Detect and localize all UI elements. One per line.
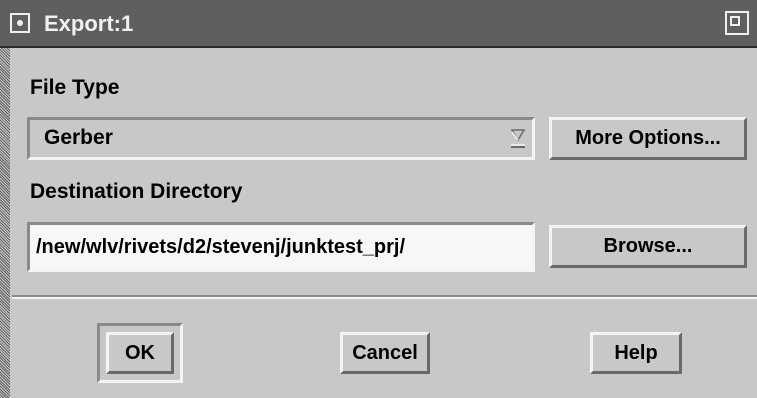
more-options-button[interactable]: More Options... — [549, 117, 747, 160]
file-type-dropdown[interactable]: Gerber — [27, 117, 535, 160]
title-bar[interactable]: Export:1 — [0, 0, 757, 48]
window-title: Export:1 — [44, 11, 134, 36]
window-frame-left — [0, 0, 10, 398]
ok-button[interactable]: OK — [106, 332, 174, 374]
file-type-selected: Gerber — [44, 126, 113, 149]
dropdown-arrow-icon[interactable] — [510, 124, 526, 152]
window-menu-icon[interactable] — [10, 13, 30, 33]
file-type-label: File Type — [30, 76, 120, 99]
destination-directory-input[interactable] — [27, 222, 535, 272]
cancel-button[interactable]: Cancel — [340, 332, 430, 374]
window-maximize-icon[interactable] — [725, 11, 749, 35]
separator — [12, 295, 757, 299]
help-button[interactable]: Help — [590, 332, 682, 374]
export-dialog: Export:1 File Type Gerber More Options..… — [0, 0, 757, 398]
destination-directory-label: Destination Directory — [30, 180, 243, 203]
browse-button[interactable]: Browse... — [549, 225, 747, 268]
